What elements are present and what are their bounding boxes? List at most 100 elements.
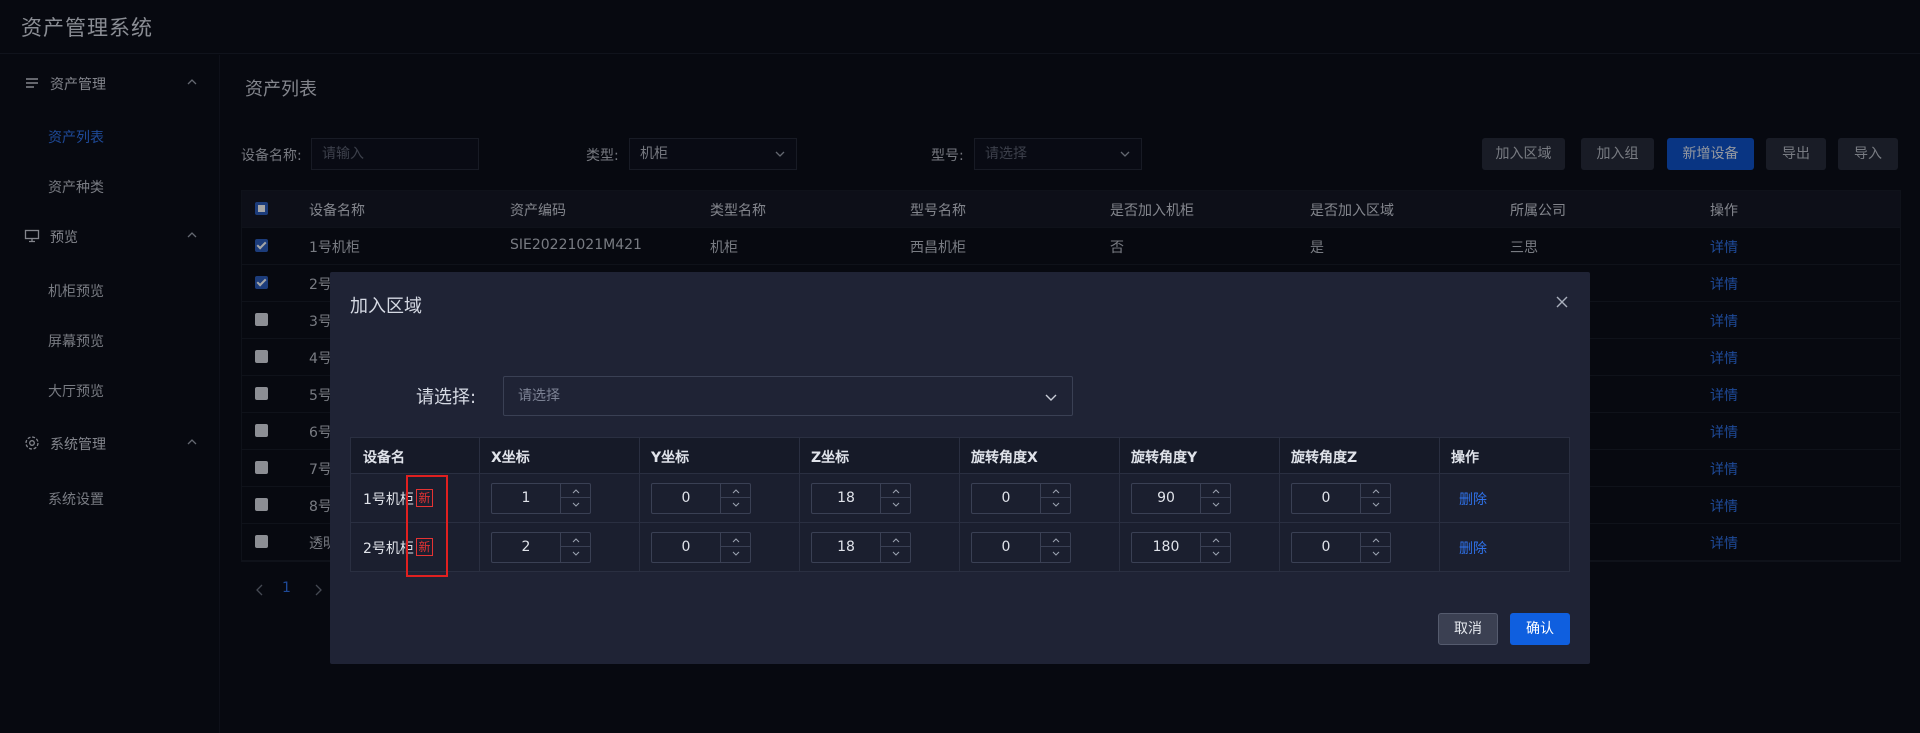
chevron-up-icon [1212, 489, 1220, 494]
decrement-button[interactable] [1041, 547, 1071, 562]
column-header: 旋转角度X [971, 450, 1038, 466]
decrement-button[interactable] [1041, 498, 1071, 513]
stepper-value[interactable]: 90 [1132, 484, 1200, 513]
rotation-z-stepper[interactable]: 0 [1291, 483, 1391, 514]
decrement-button[interactable] [1361, 547, 1391, 562]
column-header: 旋转角度Z [1291, 450, 1358, 466]
decrement-button[interactable] [721, 547, 751, 562]
x-coordinate-stepper[interactable]: 1 [491, 483, 591, 514]
rotation-x-stepper[interactable]: 0 [971, 483, 1071, 514]
column-divider [1279, 438, 1280, 571]
increment-button[interactable] [1041, 533, 1071, 547]
delete-link[interactable]: 删除 [1459, 489, 1487, 509]
table-header: 设备名 X坐标 Y坐标 Z坐标 旋转角度X 旋转角度Y 旋转角度Z 操作 [351, 438, 1569, 474]
rotation-z-stepper[interactable]: 0 [1291, 532, 1391, 563]
chevron-up-icon [892, 538, 900, 543]
chevron-down-icon [1052, 551, 1060, 556]
chevron-down-icon [892, 502, 900, 507]
y-coordinate-stepper[interactable]: 0 [651, 483, 751, 514]
z-coordinate-stepper[interactable]: 18 [811, 532, 911, 563]
decrement-button[interactable] [1361, 498, 1391, 513]
chevron-up-icon [1212, 538, 1220, 543]
chevron-down-icon [1045, 394, 1057, 401]
decrement-button[interactable] [561, 547, 591, 562]
chevron-up-icon [1052, 489, 1060, 494]
stepper-arrows [880, 533, 911, 562]
stepper-value[interactable]: 180 [1132, 533, 1200, 562]
dialog-title: 加入区域 [350, 296, 422, 317]
increment-button[interactable] [1361, 533, 1391, 547]
decrement-button[interactable] [561, 498, 591, 513]
column-header: Z坐标 [811, 450, 850, 466]
increment-button[interactable] [881, 484, 911, 498]
increment-button[interactable] [1041, 484, 1071, 498]
chevron-down-icon [572, 502, 580, 507]
column-header: 设备名 [363, 450, 405, 466]
annotation-highlight-box [406, 475, 448, 577]
increment-button[interactable] [721, 533, 751, 547]
chevron-up-icon [732, 538, 740, 543]
chevron-down-icon [892, 551, 900, 556]
chevron-up-icon [732, 489, 740, 494]
chevron-up-icon [572, 538, 580, 543]
increment-button[interactable] [1201, 484, 1231, 498]
decrement-button[interactable] [881, 498, 911, 513]
chevron-down-icon [1212, 551, 1220, 556]
stepper-value[interactable]: 18 [812, 533, 880, 562]
column-divider [479, 438, 480, 571]
chevron-down-icon [1372, 502, 1380, 507]
stepper-value[interactable]: 0 [972, 484, 1040, 513]
stepper-value[interactable]: 0 [1292, 533, 1360, 562]
chevron-down-icon [1212, 502, 1220, 507]
rotation-y-stepper[interactable]: 180 [1131, 532, 1231, 563]
increment-button[interactable] [561, 533, 591, 547]
column-divider [959, 438, 960, 571]
chevron-down-icon [1372, 551, 1380, 556]
stepper-value[interactable]: 0 [972, 533, 1040, 562]
stepper-value[interactable]: 0 [1292, 484, 1360, 513]
stepper-value[interactable]: 2 [492, 533, 560, 562]
stepper-arrows [560, 484, 591, 513]
stepper-value[interactable]: 18 [812, 484, 880, 513]
area-select-placeholder: 请选择 [518, 388, 560, 404]
area-select-label: 请选择: [416, 387, 477, 408]
delete-link[interactable]: 删除 [1459, 538, 1487, 558]
chevron-up-icon [1052, 538, 1060, 543]
chevron-down-icon [732, 502, 740, 507]
stepper-arrows [1360, 484, 1391, 513]
table-row: 2号机柜 新 2 0 18 0 180 0 删除 [351, 523, 1569, 572]
stepper-value[interactable]: 1 [492, 484, 560, 513]
increment-button[interactable] [1201, 533, 1231, 547]
rotation-x-stepper[interactable]: 0 [971, 532, 1071, 563]
column-header: 操作 [1451, 450, 1479, 466]
stepper-arrows [1360, 533, 1391, 562]
add-to-area-dialog: 加入区域 请选择: 请选择 设备名 X坐标 Y坐标 Z坐标 旋转角度X 旋转角度… [330, 272, 1590, 664]
chevron-up-icon [1372, 489, 1380, 494]
increment-button[interactable] [561, 484, 591, 498]
z-coordinate-stepper[interactable]: 18 [811, 483, 911, 514]
chevron-down-icon [732, 551, 740, 556]
decrement-button[interactable] [721, 498, 751, 513]
close-icon[interactable] [1554, 294, 1570, 310]
y-coordinate-stepper[interactable]: 0 [651, 532, 751, 563]
chevron-up-icon [892, 489, 900, 494]
cancel-button[interactable]: 取消 [1438, 613, 1498, 645]
decrement-button[interactable] [1201, 547, 1231, 562]
increment-button[interactable] [881, 533, 911, 547]
increment-button[interactable] [1361, 484, 1391, 498]
stepper-arrows [720, 533, 751, 562]
x-coordinate-stepper[interactable]: 2 [491, 532, 591, 563]
column-divider [639, 438, 640, 571]
rotation-y-stepper[interactable]: 90 [1131, 483, 1231, 514]
confirm-button[interactable]: 确认 [1510, 613, 1570, 645]
stepper-value[interactable]: 0 [652, 484, 720, 513]
increment-button[interactable] [721, 484, 751, 498]
table-row: 1号机柜 新 1 0 18 0 90 0 删除 [351, 474, 1569, 523]
column-divider [799, 438, 800, 571]
stepper-value[interactable]: 0 [652, 533, 720, 562]
decrement-button[interactable] [881, 547, 911, 562]
decrement-button[interactable] [1201, 498, 1231, 513]
chevron-up-icon [572, 489, 580, 494]
area-select[interactable]: 请选择 [503, 376, 1073, 416]
stepper-arrows [720, 484, 751, 513]
